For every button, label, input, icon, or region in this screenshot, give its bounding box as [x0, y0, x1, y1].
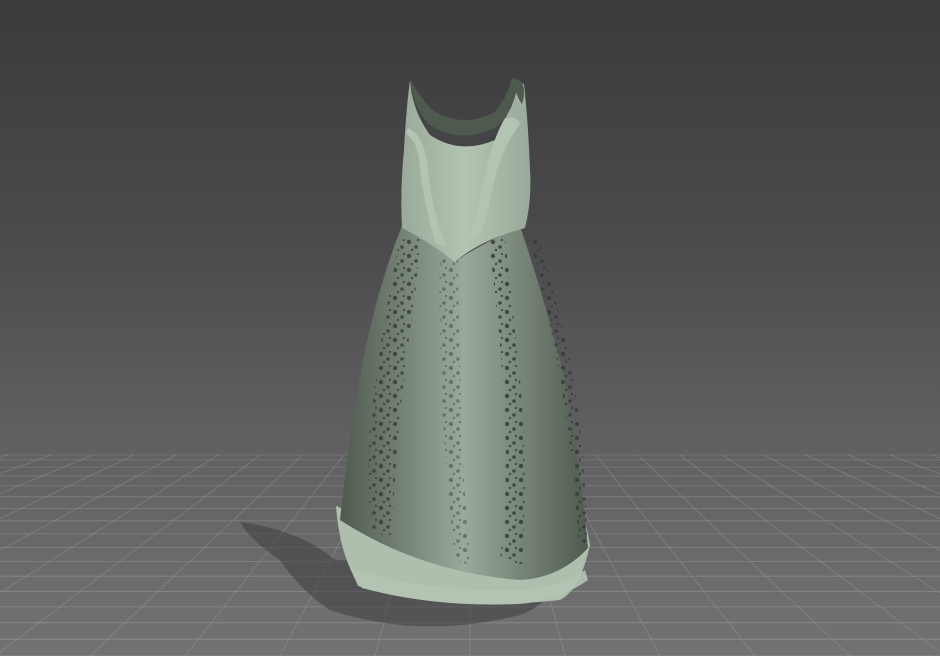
grid-line-vertical	[0, 454, 93, 495]
grid-line-vertical	[595, 454, 756, 656]
grid-line-vertical	[0, 454, 261, 653]
grid-line-vertical	[889, 454, 940, 475]
grid-line-vertical	[679, 454, 940, 653]
grid-line-vertical	[0, 454, 219, 594]
grid-line-vertical	[0, 454, 9, 459]
grid-line-vertical	[637, 454, 851, 656]
dress-3d-model[interactable]	[336, 78, 590, 605]
grid-line-vertical	[931, 454, 940, 459]
grid-line-vertical	[763, 454, 940, 551]
viewport-canvas[interactable]	[0, 0, 940, 656]
grid-line-vertical	[89, 454, 303, 656]
grid-line-vertical	[0, 454, 51, 475]
grid-line-vertical	[721, 454, 940, 594]
3d-viewport[interactable]	[0, 0, 940, 656]
grid-line-vertical	[847, 454, 940, 495]
grid-line-vertical	[0, 454, 177, 551]
